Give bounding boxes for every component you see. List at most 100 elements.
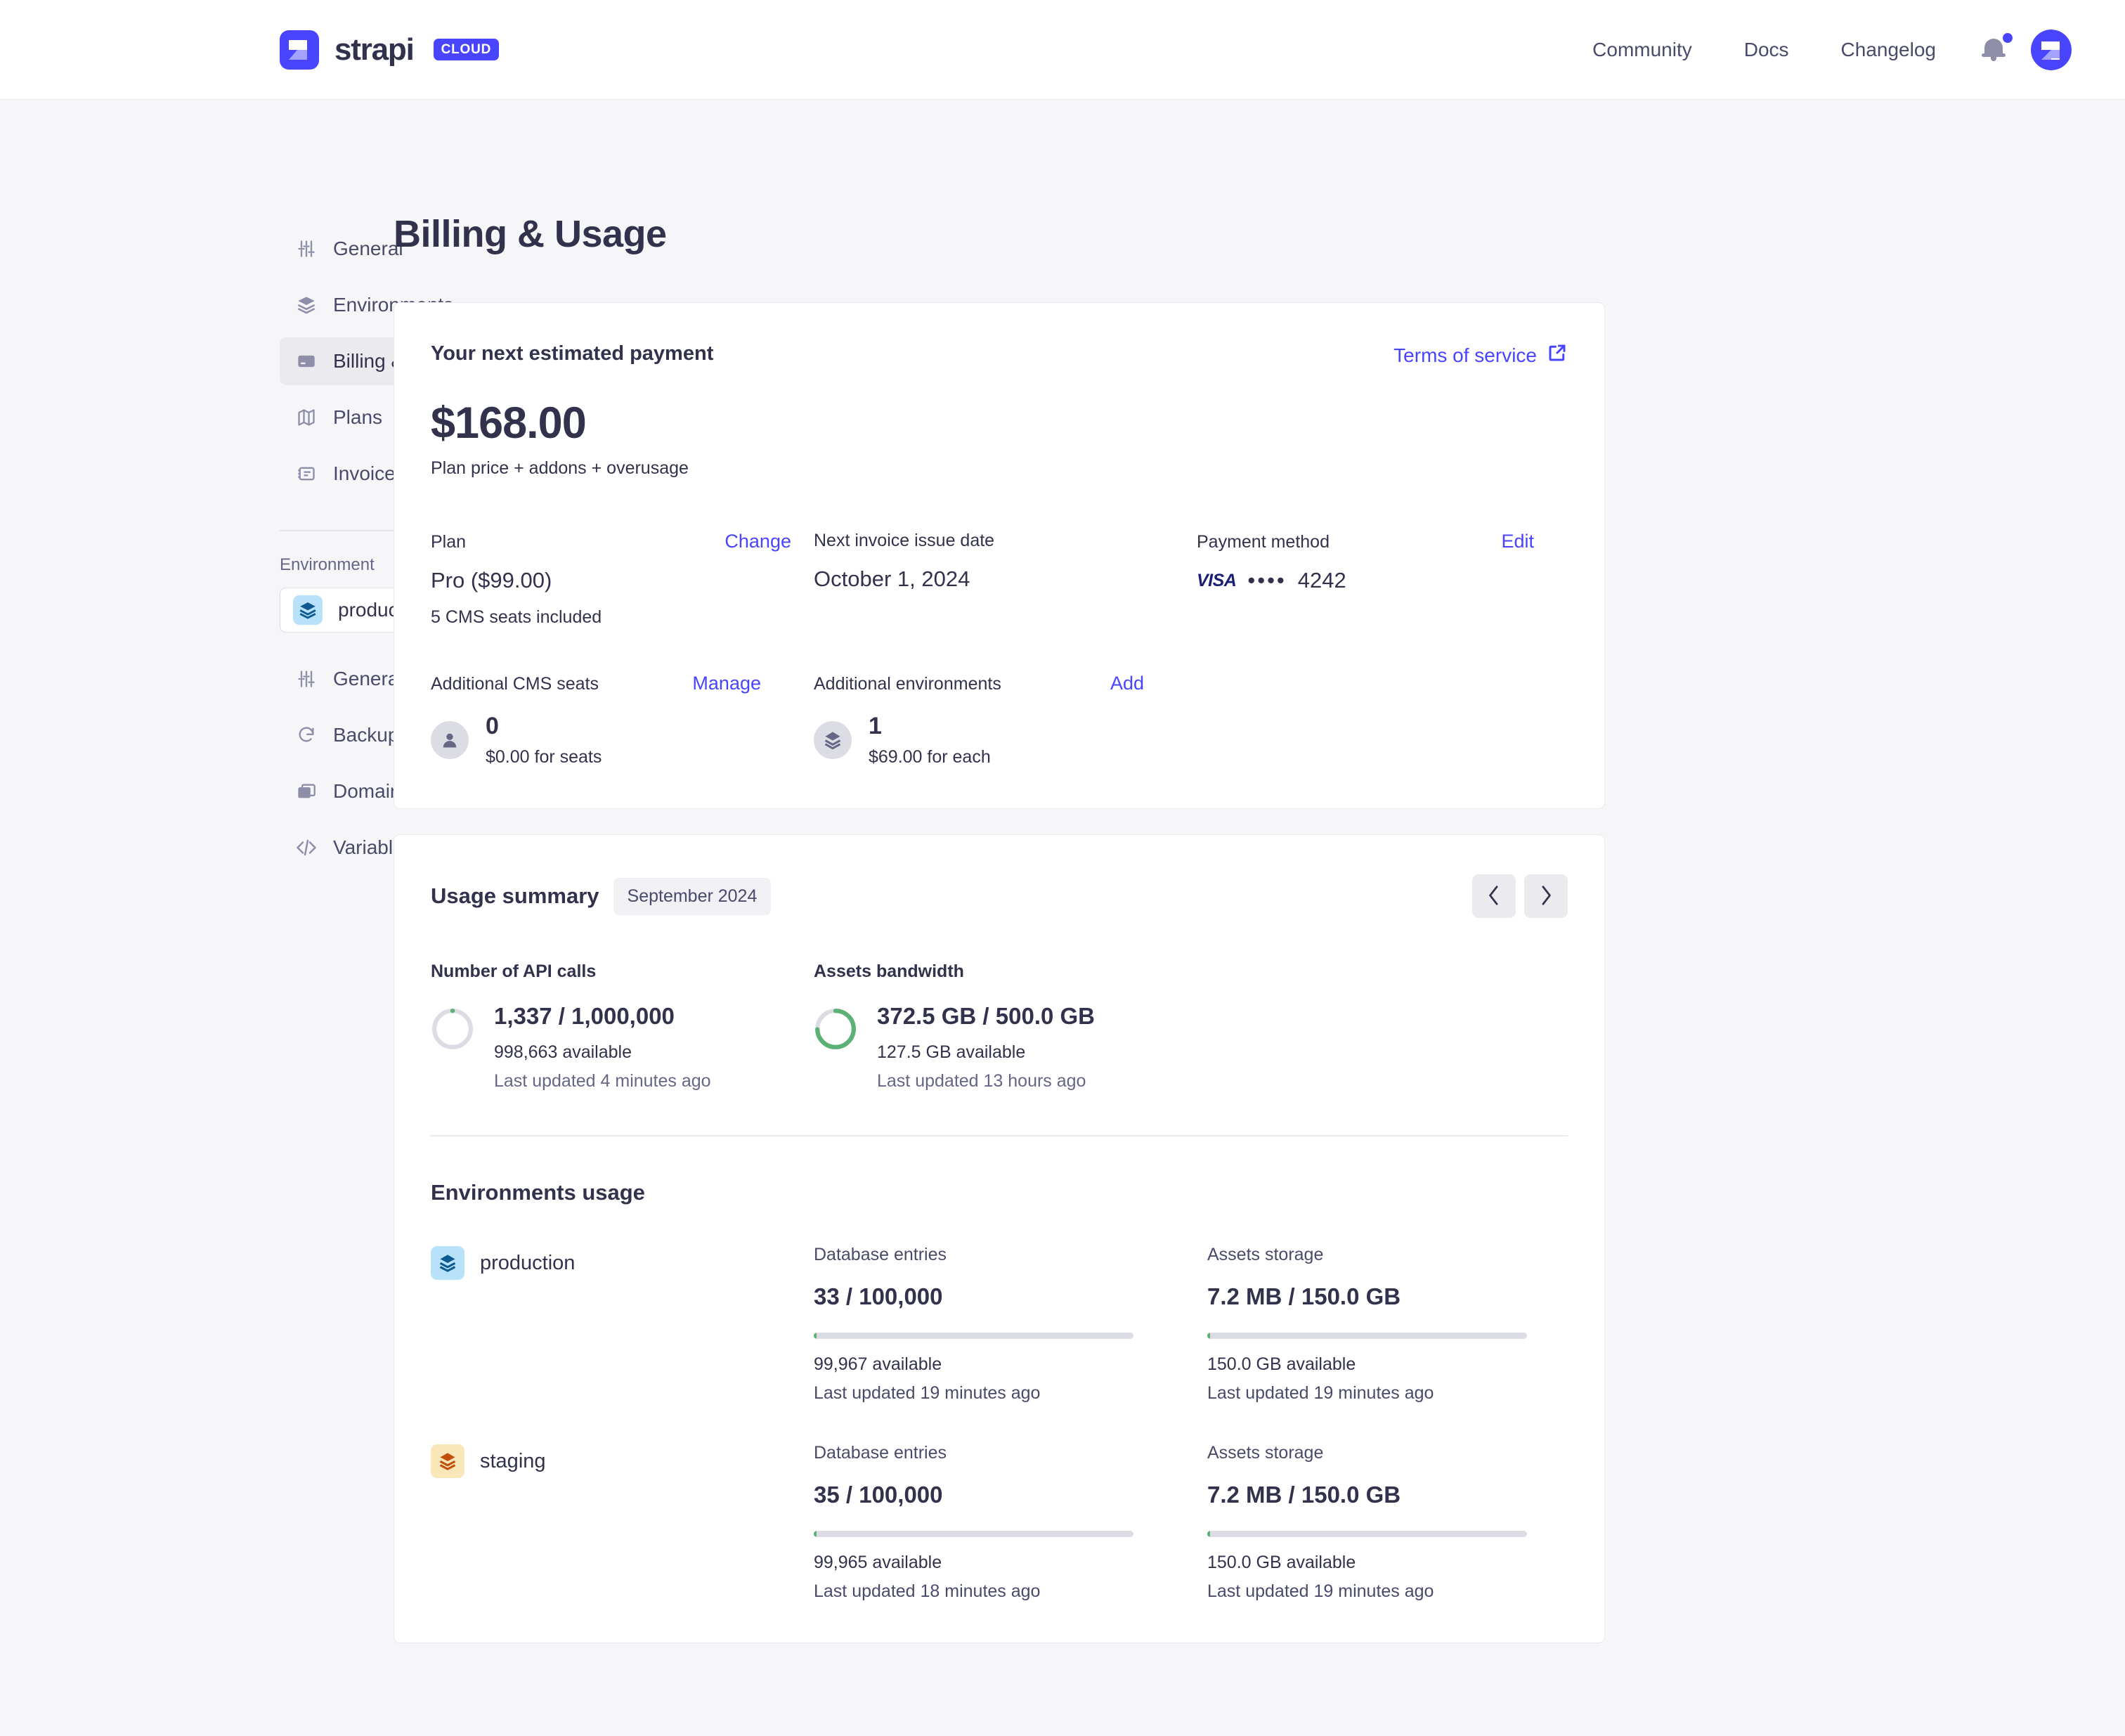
sliders-icon [295, 238, 318, 260]
progress-bar [1207, 1531, 1527, 1537]
addon-environments: Additional environments Add [814, 673, 1197, 767]
progress-ring [814, 1007, 857, 1051]
usage-summary-title: Usage summary [431, 883, 599, 909]
usage-month-badge: September 2024 [613, 878, 772, 915]
addon-price: $0.00 for seats [486, 747, 602, 767]
metric-available: 150.0 GB available [1207, 1553, 1601, 1573]
invoice-icon [295, 462, 318, 485]
metric-available: 127.5 GB available [877, 1042, 1095, 1063]
brand-logo[interactable]: strapi CLOUD [280, 30, 499, 70]
page-title: Billing & Usage [394, 212, 1605, 256]
metric-available: 99,967 available [814, 1354, 1207, 1375]
progress-bar [814, 1333, 1133, 1339]
terms-of-service-label: Terms of service [1393, 344, 1537, 367]
credit-card-icon [295, 350, 318, 373]
nav-link-changelog[interactable]: Changelog [1815, 39, 1962, 61]
chevron-right-icon [1538, 885, 1554, 908]
card-last4: 4242 [1298, 568, 1346, 593]
sidebar-item-label: General [333, 668, 403, 690]
metric-value: 33 / 100,000 [814, 1283, 1207, 1310]
month-nav [1472, 874, 1568, 918]
metric-label: Database entries [814, 1245, 1207, 1265]
previous-month-button[interactable] [1472, 874, 1516, 918]
layers-icon [295, 294, 318, 316]
environment-metric-storage: Assets storage 7.2 MB / 150.0 GB 150.0 G… [1207, 1245, 1601, 1404]
payment-method-column: Payment method Edit VISA •••• 4242 [1197, 531, 1534, 628]
progress-ring [431, 1007, 474, 1051]
environment-name: production [480, 1252, 575, 1275]
add-environment-link[interactable]: Add [1110, 673, 1197, 694]
metric-label: Assets storage [1207, 1443, 1601, 1463]
notifications-button[interactable] [1982, 34, 2010, 65]
plan-info-row: Plan Change Pro ($99.00) 5 CMS seats inc… [431, 531, 1568, 628]
metric-value: 7.2 MB / 150.0 GB [1207, 1283, 1601, 1310]
addon-cms-seats: Additional CMS seats Manage 0 [431, 673, 814, 767]
next-invoice-label: Next invoice issue date [814, 531, 994, 551]
app-root: strapi CLOUD Community Docs Changelog [0, 0, 2125, 1736]
environment-name-cell: staging [431, 1443, 814, 1478]
nav-link-docs[interactable]: Docs [1718, 39, 1815, 61]
metric-available: 998,663 available [494, 1042, 711, 1063]
card-title: Your next estimated payment [431, 342, 713, 365]
next-payment-card: Your next estimated payment Terms of ser… [394, 302, 1605, 809]
header-nav: Community Docs Changelog [1566, 30, 2072, 70]
sidebar-item-label: General [333, 238, 403, 260]
sidebar-item-label: Plans [333, 406, 382, 429]
main-content: Billing & Usage Your next estimated paym… [394, 100, 1658, 1669]
window-icon [295, 780, 318, 803]
metric-label: Assets bandwidth [814, 961, 1095, 982]
plan-column: Plan Change Pro ($99.00) 5 CMS seats inc… [431, 531, 814, 628]
metric-available: 99,965 available [814, 1553, 1207, 1573]
usage-metrics: Number of API calls 1,337 / 1,000,000 [431, 961, 1568, 1092]
card-mask: •••• [1247, 568, 1286, 593]
environments-usage-title: Environments usage [431, 1180, 1568, 1205]
code-icon [295, 836, 318, 859]
metric-updated: Last updated 18 minutes ago [814, 1581, 1207, 1602]
environment-metric-database: Database entries 33 / 100,000 99,967 ava… [814, 1245, 1207, 1404]
next-month-button[interactable] [1524, 874, 1568, 918]
addon-label: Additional CMS seats [431, 674, 599, 694]
manage-seats-link[interactable]: Manage [692, 673, 814, 694]
refresh-icon [295, 724, 318, 746]
environment-section-label: Environment [280, 555, 394, 575]
map-icon [295, 406, 318, 429]
app-body: General Environments [0, 100, 2125, 1736]
metric-api-calls: Number of API calls 1,337 / 1,000,000 [431, 961, 814, 1092]
nav-link-community[interactable]: Community [1566, 39, 1718, 61]
layers-icon [431, 1444, 464, 1478]
change-plan-link[interactable]: Change [724, 531, 814, 552]
top-header: strapi CLOUD Community Docs Changelog [0, 0, 2125, 100]
environment-name: staging [480, 1450, 546, 1473]
sliders-icon [295, 668, 318, 690]
estimated-amount: $168.00 [431, 398, 1568, 448]
addon-count: 1 [869, 713, 991, 740]
layers-icon [293, 595, 323, 625]
metric-label: Database entries [814, 1443, 1207, 1463]
addon-label: Additional environments [814, 674, 1001, 694]
brand-wordmark: strapi [334, 32, 414, 67]
metric-value: 1,337 / 1,000,000 [494, 1003, 711, 1030]
metric-updated: Last updated 13 hours ago [877, 1071, 1095, 1092]
environment-metric-storage: Assets storage 7.2 MB / 150.0 GB 150.0 G… [1207, 1443, 1601, 1602]
sidebar: General Environments [0, 100, 394, 880]
edit-payment-method-link[interactable]: Edit [1501, 531, 1534, 552]
addon-price: $69.00 for each [869, 747, 991, 767]
notification-dot [2003, 33, 2013, 43]
metric-assets-bandwidth: Assets bandwidth 372.5 GB / 500.0 GB 1 [814, 961, 1095, 1092]
metric-available: 150.0 GB available [1207, 1354, 1601, 1375]
payment-method-value: VISA •••• 4242 [1197, 568, 1534, 593]
avatar[interactable] [2031, 30, 2072, 70]
next-invoice-column: Next invoice issue date October 1, 2024 [814, 531, 1197, 628]
metric-updated: Last updated 19 minutes ago [814, 1383, 1207, 1404]
usage-summary-card: Usage summary September 2024 [394, 834, 1605, 1643]
environment-usage-row: staging Database entries 35 / 100,000 99… [431, 1443, 1568, 1602]
chevron-left-icon [1486, 885, 1502, 908]
metric-updated: Last updated 19 minutes ago [1207, 1581, 1601, 1602]
progress-bar [814, 1531, 1133, 1537]
metric-updated: Last updated 19 minutes ago [1207, 1383, 1601, 1404]
usage-divider [431, 1135, 1568, 1136]
metric-value: 7.2 MB / 150.0 GB [1207, 1482, 1601, 1508]
terms-of-service-link[interactable]: Terms of service [1393, 342, 1568, 368]
metric-label: Assets storage [1207, 1245, 1601, 1265]
plan-seats-note: 5 CMS seats included [431, 607, 814, 628]
